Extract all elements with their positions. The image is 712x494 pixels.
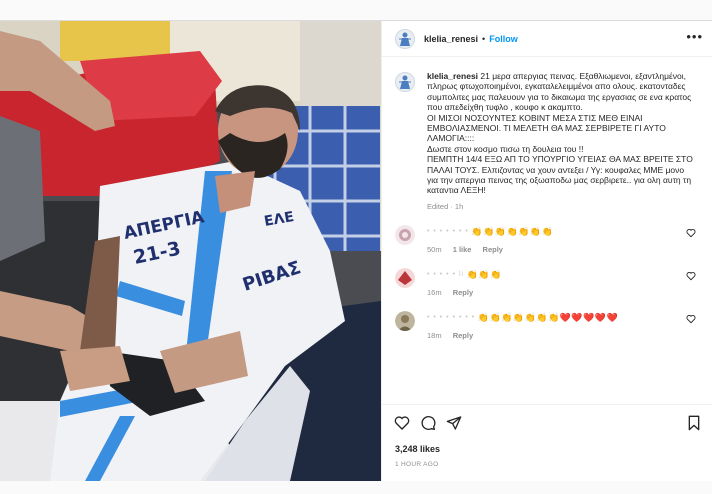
caption-username[interactable]: klelia_renesi: [427, 71, 478, 81]
avatar-image: [395, 224, 415, 245]
comment-meta: 16m Reply: [427, 288, 687, 297]
author-username[interactable]: klelia_renesi: [424, 34, 478, 44]
comment-item: • • • • • • • • 👏👏👏👏👏👏👏❤️❤️❤️❤️❤️ 18m Re…: [395, 310, 700, 340]
author-avatar[interactable]: [395, 28, 415, 49]
commenter-avatar[interactable]: [395, 224, 415, 245]
post-caption: klelia_renesi 21 μερα απεργιας πεινας. Ε…: [395, 71, 700, 211]
comment-time: 50m: [427, 244, 442, 254]
post-time: 1 HOUR AGO: [395, 461, 439, 468]
caption-text: klelia_renesi 21 μερα απεργιας πεινας. Ε…: [427, 71, 697, 196]
comment-item: • • • • • • • 👏👏👏👏👏👏👏 50m 1 like Reply: [395, 224, 700, 254]
comments-list[interactable]: klelia_renesi 21 μερα απεργιας πεινας. Ε…: [382, 58, 712, 404]
caption-meta: Edited · 1h: [427, 201, 464, 211]
comment-text: 👏👏👏👏👏👏👏: [471, 226, 554, 237]
comment-text: 👏👏👏👏👏👏👏❤️❤️❤️❤️❤️: [477, 312, 619, 323]
avatar-figure-icon: [399, 75, 411, 89]
action-icons: [394, 415, 462, 431]
caption-avatar[interactable]: [395, 72, 415, 92]
bookmark-icon[interactable]: [687, 415, 701, 431]
avatar-image: [395, 267, 415, 288]
commenter-username[interactable]: • • • • • • • •: [427, 312, 475, 324]
comment-item: • • • • • li 👏👏👏 16m Reply: [395, 267, 700, 297]
share-icon[interactable]: [446, 415, 462, 431]
comment-time: 16m: [427, 287, 442, 297]
post-actions: 3,248 likes 1 HOUR AGO: [382, 404, 712, 481]
commenter-username[interactable]: • • • • • • •: [427, 226, 469, 238]
post-details-panel: klelia_renesi • Follow ••• klelia_renesi…: [381, 21, 712, 481]
comment-time: 18m: [427, 330, 442, 340]
reply-button[interactable]: Reply: [453, 331, 473, 340]
avatar-image: [395, 310, 415, 331]
heart-icon[interactable]: [686, 228, 696, 238]
save-button[interactable]: [687, 415, 701, 431]
reply-button[interactable]: Reply: [483, 245, 503, 254]
comment-likes[interactable]: 1 like: [453, 245, 472, 254]
comment-text: 👏👏👏: [466, 269, 502, 280]
header-separator: •: [482, 33, 486, 44]
follow-button[interactable]: Follow: [489, 34, 518, 44]
heart-icon[interactable]: [686, 314, 696, 324]
comment-meta: 50m 1 like Reply: [427, 245, 687, 254]
post-header: klelia_renesi • Follow •••: [382, 21, 712, 57]
photo-illustration: ΑΠΕΡΓΙΑ 21-3 ΕΛΕ ΡΙΒΑΣ: [0, 21, 381, 481]
heart-icon[interactable]: [686, 271, 696, 281]
like-heart-icon[interactable]: [394, 415, 410, 431]
instagram-post: ΑΠΕΡΓΙΑ 21-3 ΕΛΕ ΡΙΒΑΣ klelia_renesi • F…: [0, 20, 712, 481]
commenter-username[interactable]: • • • • • li: [427, 269, 464, 281]
avatar-figure-icon: [399, 32, 411, 46]
commenter-avatar[interactable]: [395, 310, 415, 331]
reply-button[interactable]: Reply: [453, 288, 473, 297]
post-photo[interactable]: ΑΠΕΡΓΙΑ 21-3 ΕΛΕ ΡΙΒΑΣ: [0, 21, 381, 481]
likes-count[interactable]: 3,248 likes: [395, 444, 440, 454]
commenter-avatar[interactable]: [395, 267, 415, 288]
more-icon[interactable]: •••: [686, 30, 703, 44]
caption-content: 21 μερα απεργιας πεινας. Εξαθλιωμενοι, ε…: [427, 71, 693, 196]
comment-icon[interactable]: [420, 415, 436, 431]
comment-meta: 18m Reply: [427, 331, 687, 340]
